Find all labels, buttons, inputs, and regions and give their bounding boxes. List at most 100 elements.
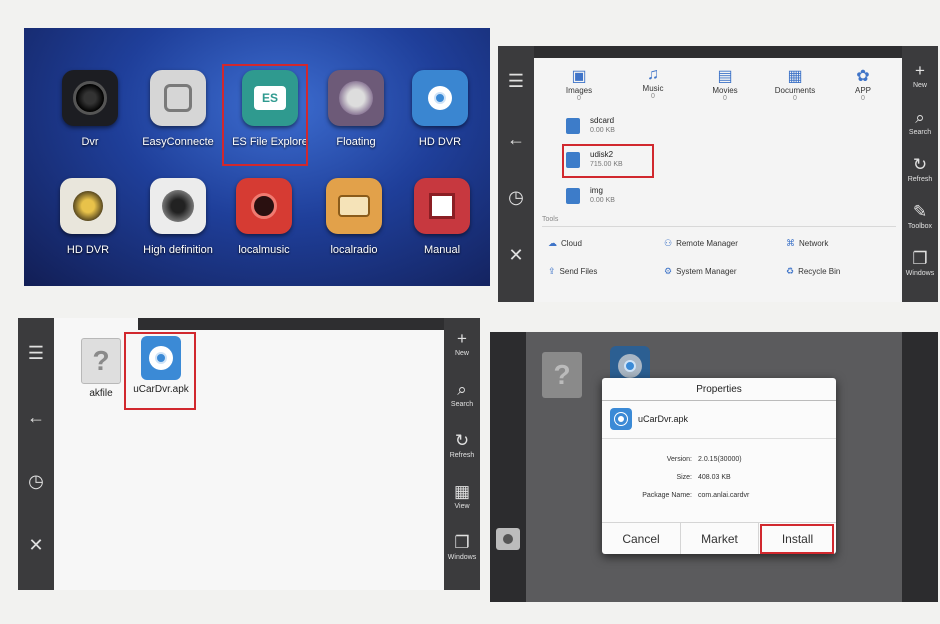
app-manual[interactable]: Manual (396, 178, 488, 256)
search-icon: ⌕ (457, 380, 467, 399)
app-label: EasyConnecte (142, 136, 214, 148)
localmusic-icon (236, 178, 292, 234)
category-documents[interactable]: ▦ Documents 0 (760, 66, 830, 102)
left-sidebar (490, 332, 526, 602)
right-toolbar (902, 332, 938, 602)
left-sidebar: ☰ ← ◷ ✕ (498, 46, 534, 302)
app-high-definition[interactable]: High definition (132, 178, 224, 256)
size-label: Size: (676, 474, 692, 481)
document-icon: ▦ (787, 68, 803, 85)
category-images[interactable]: ▣ Images 0 (544, 66, 614, 102)
apk-camera-icon (610, 408, 632, 430)
unknown-file-icon-dimmed: ? (542, 352, 582, 398)
film-icon: ▤ (717, 68, 733, 85)
search-button[interactable]: ⌕ Search (909, 108, 931, 137)
search-button[interactable]: ⌕ Search (451, 380, 473, 409)
file-row[interactable]: sdcard 0.00 KB (566, 114, 896, 144)
tool-system-manager[interactable]: ⚙ System Manager (664, 266, 737, 277)
app-label: High definition (143, 244, 213, 256)
refresh-button[interactable]: ↻ Refresh (450, 431, 475, 460)
camera-icon[interactable] (496, 528, 520, 550)
left-sidebar: ☰ ← ◷ ✕ (18, 318, 54, 590)
app-dvr[interactable]: Dvr (44, 70, 136, 148)
folder-icon (566, 188, 580, 204)
hd-dvr-camera-icon (412, 70, 468, 126)
windows-button[interactable]: ❐ Windows (906, 249, 934, 278)
tool-network[interactable]: ⌘ Network (786, 238, 828, 249)
menu-icon[interactable]: ☰ (28, 344, 44, 362)
tools-section-label: Tools (542, 216, 559, 223)
clock-icon[interactable]: ◷ (28, 472, 44, 490)
tool-recycle-bin[interactable]: ♻ Recycle Bin (786, 266, 840, 277)
image-icon: ▣ (571, 68, 587, 85)
localradio-icon (326, 178, 382, 234)
app-label: localmusic (238, 244, 290, 256)
new-button[interactable]: + New (913, 62, 927, 90)
tool-send-files[interactable]: ⇪ Send Files (548, 266, 597, 277)
dialog-title: Properties (696, 384, 742, 395)
tool-cloud[interactable]: ☁ Cloud (548, 238, 582, 249)
category-movies[interactable]: ▤ Movies 0 (690, 66, 760, 102)
top-tab-strip (138, 318, 444, 330)
app-hd-dvr-2[interactable]: HD DVR (42, 178, 134, 256)
clock-icon[interactable]: ◷ (508, 188, 524, 206)
toolbox-button[interactable]: ✎ Toolbox (908, 202, 932, 231)
windows-icon: ❐ (454, 533, 470, 552)
floating-icon (328, 70, 384, 126)
android-icon: ✿ (856, 68, 870, 85)
app-easyconnecte[interactable]: EasyConnecte (132, 70, 224, 148)
close-icon[interactable]: ✕ (28, 536, 43, 554)
file-explorer-screen: ☰ ← ◷ ✕ ▣ Images 0 ♫ Music 0 ▤ Movies 0 … (498, 46, 938, 302)
refresh-icon: ↻ (912, 155, 928, 174)
app-localradio[interactable]: localradio (308, 178, 400, 256)
app-label: HD DVR (66, 244, 110, 256)
file-row[interactable]: img 0.00 KB (566, 184, 896, 214)
highlight-box (760, 524, 834, 554)
highlight-box (124, 332, 196, 410)
right-toolbar: + New ⌕ Search ↻ Refresh ✎ Toolbox ❐ Windows (902, 46, 938, 302)
divider (602, 400, 836, 401)
view-button[interactable]: ▦ View (454, 483, 470, 511)
file-list-screen: ☰ ← ◷ ✕ ? akfile uCarDvr.apk + New ⌕ Searc… (18, 318, 480, 590)
easyconnect-icon (150, 70, 206, 126)
back-arrow-icon[interactable]: ← (507, 130, 525, 148)
app-floating[interactable]: Floating (310, 70, 402, 148)
remote-icon: ⚇ (664, 238, 673, 248)
tool-remote-manager[interactable]: ⚇ Remote Manager (664, 238, 738, 249)
hd-dvr-lens-icon (60, 178, 116, 234)
version-label: Version: (666, 456, 692, 463)
menu-icon[interactable]: ☰ (508, 72, 524, 90)
back-arrow-icon[interactable]: ← (27, 408, 45, 426)
launcher-screen: Dvr EasyConnecte ES ES File Explore Floa… (24, 28, 490, 286)
trash-icon: ♻ (786, 266, 795, 276)
app-localmusic[interactable]: localmusic (218, 178, 310, 256)
new-button[interactable]: + New (455, 330, 469, 358)
market-button[interactable]: Market (680, 522, 758, 554)
close-icon[interactable]: ✕ (508, 246, 523, 264)
high-definition-lens-icon (150, 178, 206, 234)
file-item-akfile[interactable]: ? akfile (76, 338, 126, 399)
send-icon: ⇪ (548, 266, 556, 276)
cancel-button[interactable]: Cancel (602, 522, 680, 554)
windows-button[interactable]: ❐ Windows (448, 533, 476, 562)
sd-card-icon (566, 118, 580, 134)
music-note-icon: ♫ (647, 66, 659, 83)
search-icon: ⌕ (915, 108, 925, 127)
version-value: 2.0.15(30000) (698, 456, 742, 463)
top-tab-strip (534, 46, 902, 58)
app-label: Manual (423, 244, 461, 256)
refresh-button[interactable]: ↻ Refresh (908, 155, 933, 184)
file-label: akfile (89, 388, 113, 399)
properties-dialog: Properties uCarDvr.apk Version: 2.0.15(3… (602, 378, 836, 554)
refresh-icon: ↻ (454, 431, 470, 450)
wrench-icon: ✎ (912, 202, 928, 221)
highlight-box (222, 64, 308, 166)
unknown-file-icon: ? (81, 338, 121, 384)
cloud-icon: ☁ (548, 238, 557, 248)
category-app[interactable]: ✿ APP 0 (828, 66, 898, 102)
windows-icon: ❐ (912, 249, 928, 268)
category-music[interactable]: ♫ Music 0 (618, 66, 688, 100)
package-name-value: com.anlai.cardvr (698, 492, 750, 499)
app-hd-dvr[interactable]: HD DVR (394, 70, 486, 148)
apk-file-name: uCarDvr.apk (638, 414, 689, 424)
